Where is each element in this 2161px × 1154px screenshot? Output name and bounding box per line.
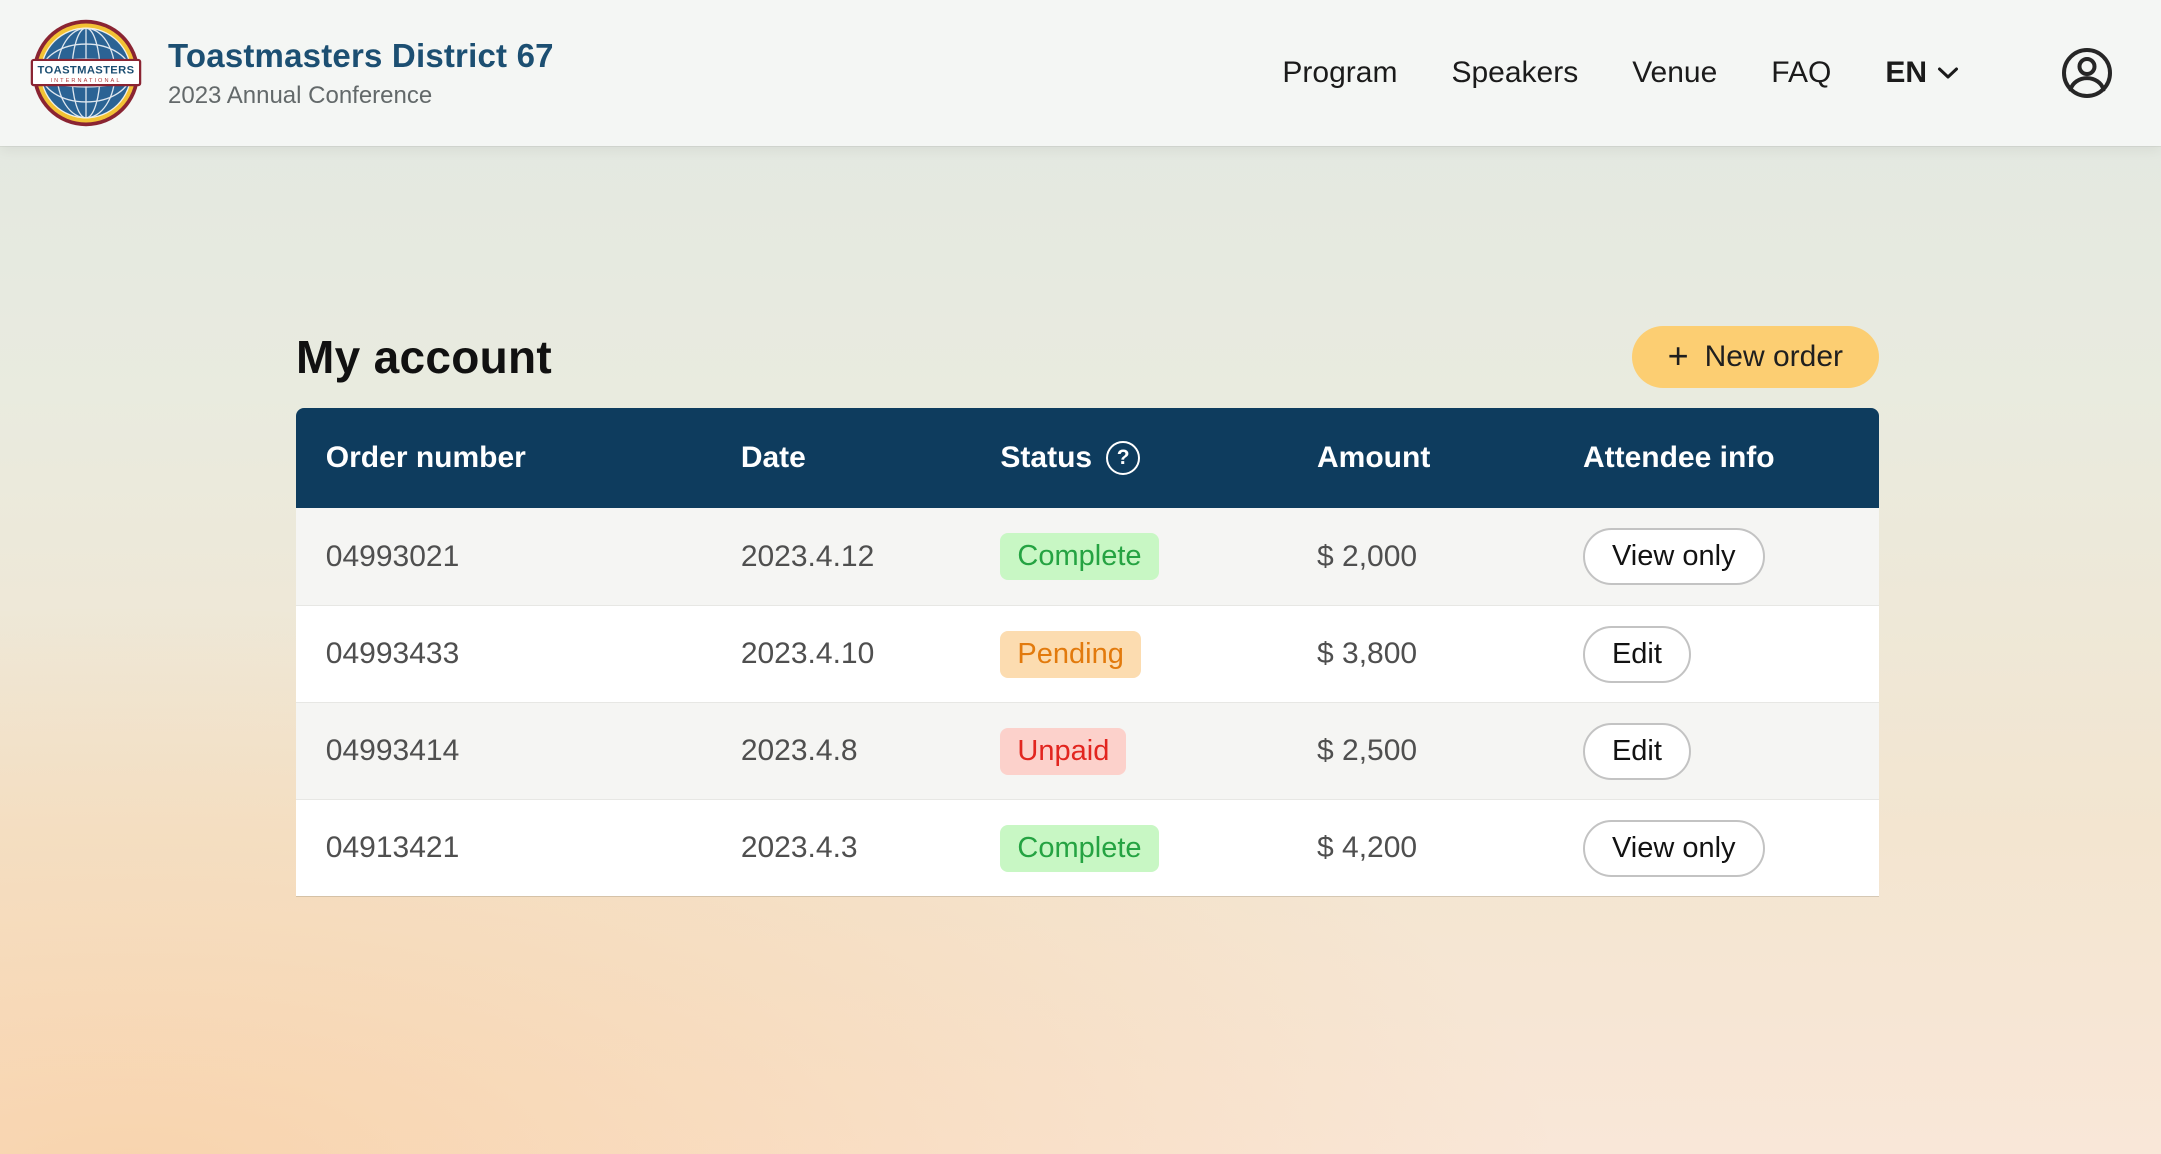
toastmasters-logo-icon: TOASTMASTERS INTERNATIONAL <box>30 17 142 129</box>
status-cell: Complete <box>1000 825 1317 872</box>
col-amount: Amount <box>1317 441 1583 475</box>
amount-cell: $ 4,200 <box>1317 831 1583 865</box>
language-label: EN <box>1885 56 1927 90</box>
col-order-number: Order number <box>296 441 741 475</box>
orders-table: Order number Date Status ? Amount Attend… <box>296 408 1879 896</box>
action-cell: Edit <box>1583 626 1879 683</box>
site-subtitle: 2023 Annual Conference <box>168 82 554 110</box>
logo-word-international: INTERNATIONAL <box>50 78 121 84</box>
amount-cell: $ 2,500 <box>1317 734 1583 768</box>
attendee-action-button[interactable]: View only <box>1583 820 1765 877</box>
user-circle-icon <box>2060 46 2114 100</box>
logo-word-toastmasters: TOASTMASTERS <box>38 64 135 76</box>
action-cell: View only <box>1583 528 1879 585</box>
order-number-cell: 04913421 <box>296 831 741 865</box>
nav-item-faq[interactable]: FAQ <box>1771 56 1831 90</box>
amount-cell: $ 2,000 <box>1317 540 1583 574</box>
col-status: Status ? <box>1000 441 1317 475</box>
attendee-action-button[interactable]: View only <box>1583 528 1765 585</box>
amount-cell: $ 3,800 <box>1317 637 1583 671</box>
col-date: Date <box>741 441 1001 475</box>
date-cell: 2023.4.8 <box>741 734 1001 768</box>
order-number: 04993021 <box>326 540 459 574</box>
order-number: 04993414 <box>326 734 459 768</box>
nav-item-speakers[interactable]: Speakers <box>1451 56 1578 90</box>
order-date: 2023.4.8 <box>741 734 858 768</box>
order-amount: $ 3,800 <box>1317 637 1417 671</box>
chevron-down-icon <box>1937 66 1959 80</box>
status-badge: Pending <box>1000 631 1140 678</box>
attendee-action-button[interactable]: Edit <box>1583 723 1691 780</box>
order-number-cell: 04993433 <box>296 637 741 671</box>
plus-icon: + <box>1668 338 1689 374</box>
table-row: 04993021 2023.4.12 Complete $ 2,000 View… <box>296 508 1879 605</box>
table-row: 04913421 2023.4.3 Complete $ 4,200 View … <box>296 799 1879 896</box>
order-date: 2023.4.12 <box>741 540 874 574</box>
order-number: 04993433 <box>326 637 459 671</box>
date-cell: 2023.4.3 <box>741 831 1001 865</box>
main-nav: Program Speakers Venue FAQ EN <box>1282 45 2115 101</box>
status-cell: Complete <box>1000 533 1317 580</box>
status-cell: Pending <box>1000 631 1317 678</box>
date-cell: 2023.4.10 <box>741 637 1001 671</box>
order-number-cell: 04993021 <box>296 540 741 574</box>
order-number-cell: 04993414 <box>296 734 741 768</box>
nav-item-program[interactable]: Program <box>1282 56 1397 90</box>
page-title: My account <box>296 330 552 384</box>
order-amount: $ 4,200 <box>1317 831 1417 865</box>
language-selector[interactable]: EN <box>1885 56 1959 90</box>
table-row: 04993433 2023.4.10 Pending $ 3,800 Edit <box>296 605 1879 702</box>
status-badge: Complete <box>1000 533 1158 580</box>
brand-block: Toastmasters District 67 2023 Annual Con… <box>168 37 554 110</box>
heading-row: My account + New order <box>296 314 1879 400</box>
order-amount: $ 2,500 <box>1317 734 1417 768</box>
action-cell: View only <box>1583 820 1879 877</box>
action-cell: Edit <box>1583 723 1879 780</box>
nav-item-venue[interactable]: Venue <box>1632 56 1717 90</box>
account-page: My account + New order Order number Date… <box>296 146 1879 896</box>
status-badge: Unpaid <box>1000 728 1126 775</box>
table-body: 04993021 2023.4.12 Complete $ 2,000 View… <box>296 508 1879 896</box>
status-cell: Unpaid <box>1000 728 1317 775</box>
table-row: 04993414 2023.4.8 Unpaid $ 2,500 Edit <box>296 702 1879 799</box>
new-order-button[interactable]: + New order <box>1632 326 1879 388</box>
account-button[interactable] <box>2059 45 2115 101</box>
attendee-action-button[interactable]: Edit <box>1583 626 1691 683</box>
date-cell: 2023.4.12 <box>741 540 1001 574</box>
order-date: 2023.4.10 <box>741 637 874 671</box>
header-bar: TOASTMASTERS INTERNATIONAL Toastmasters … <box>0 0 2161 146</box>
order-number: 04913421 <box>326 831 459 865</box>
col-attendee-info: Attendee info <box>1583 441 1879 475</box>
status-badge: Complete <box>1000 825 1158 872</box>
question-circle-icon[interactable]: ? <box>1106 441 1140 475</box>
table-header-row: Order number Date Status ? Amount Attend… <box>296 408 1879 508</box>
new-order-label: New order <box>1705 340 1843 374</box>
site-title: Toastmasters District 67 <box>168 37 554 75</box>
order-date: 2023.4.3 <box>741 831 858 865</box>
order-amount: $ 2,000 <box>1317 540 1417 574</box>
col-status-label: Status <box>1000 441 1092 475</box>
